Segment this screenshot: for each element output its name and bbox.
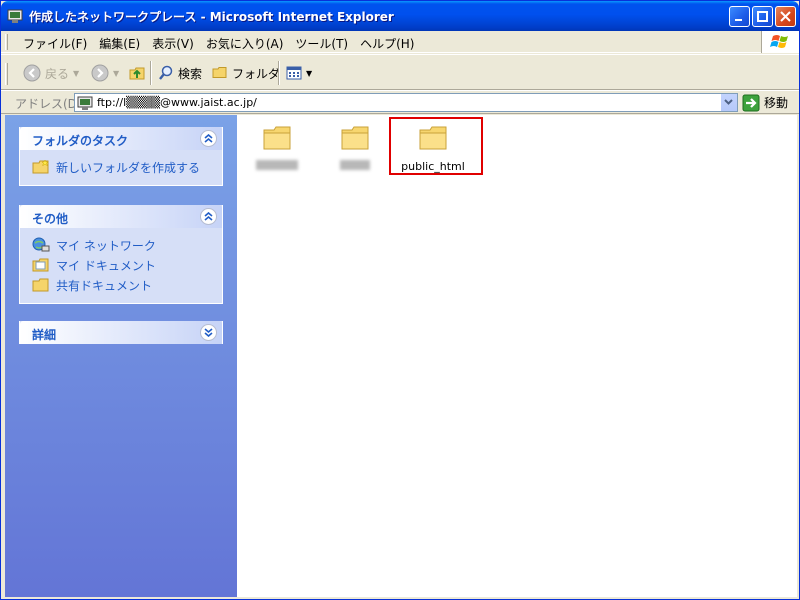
windows-logo-icon (761, 31, 799, 53)
details-panel: 詳細 (19, 321, 223, 344)
search-icon (159, 65, 173, 80)
other-places-header[interactable]: その他 (20, 205, 222, 228)
views-icon (286, 66, 302, 80)
ie-window: 作成したネットワークプレース - Microsoft Internet Expl… (0, 0, 800, 600)
back-arrow-icon (23, 64, 41, 82)
redacted-name (340, 160, 370, 170)
expand-chevron-icon[interactable] (200, 324, 217, 341)
panel-title: その他 (32, 212, 69, 226)
menu-grip[interactable] (5, 34, 8, 50)
menu-file[interactable]: ファイル(F) (17, 34, 93, 53)
standard-toolbar: 戻る ▼ ▼ 検索 フォルダ ▼ (1, 54, 799, 90)
go-label: 移動 (764, 96, 789, 110)
folder-icon (263, 126, 291, 150)
go-button[interactable]: 移動 (742, 93, 788, 112)
toolbar-separator (278, 61, 280, 85)
documents-icon (32, 258, 49, 272)
folder-tasks-panel: フォルダのタスク 新しいフォルダを作成する (19, 127, 223, 186)
forward-button[interactable]: ▼ (91, 62, 119, 84)
ie-network-icon (7, 8, 23, 24)
toolbar-grip[interactable] (5, 63, 8, 85)
forward-arrow-icon (91, 64, 109, 82)
ftp-folder-icon (77, 96, 93, 110)
folders-button[interactable]: フォルダ (212, 62, 280, 84)
folder-name (237, 160, 317, 173)
network-icon (32, 237, 50, 252)
title-bar[interactable]: 作成したネットワークプレース - Microsoft Internet Expl… (1, 1, 799, 31)
task-my-documents[interactable]: マイ ドキュメント (32, 255, 212, 275)
menu-favorites[interactable]: お気に入り(A) (200, 34, 290, 53)
file-view[interactable]: public_html (237, 115, 797, 597)
task-label: 新しいフォルダを作成する (56, 160, 201, 175)
minimize-button[interactable] (729, 6, 750, 27)
forward-dropdown-icon[interactable]: ▼ (113, 69, 119, 78)
folder-tasks-header[interactable]: フォルダのタスク (20, 127, 222, 150)
menu-bar: ファイル(F) 編集(E) 表示(V) お気に入り(A) ツール(T) ヘルプ(… (1, 31, 799, 53)
task-new-folder[interactable]: 新しいフォルダを作成する (32, 157, 212, 177)
shared-folder-icon (32, 278, 49, 292)
redacted-name (256, 160, 298, 170)
views-dropdown-icon[interactable]: ▼ (306, 69, 312, 78)
new-folder-icon (32, 159, 49, 174)
folder-name (315, 160, 395, 173)
menu-view[interactable]: 表示(V) (146, 34, 200, 53)
back-label: 戻る (45, 66, 70, 81)
toolbar-separator (150, 61, 152, 85)
menu-tools[interactable]: ツール(T) (289, 34, 354, 53)
task-pane: フォルダのタスク 新しいフォルダを作成する その他 マイ ネットワーク マイ ド… (5, 115, 237, 597)
folder-item[interactable] (315, 121, 395, 173)
folders-icon (212, 67, 227, 78)
search-button[interactable]: 検索 (158, 62, 202, 84)
folders-label: フォルダ (232, 66, 281, 81)
folder-item[interactable] (237, 121, 317, 173)
details-header[interactable]: 詳細 (20, 321, 222, 344)
menu-edit[interactable]: 編集(E) (93, 34, 146, 53)
task-label: マイ ドキュメント (56, 258, 156, 273)
address-dropdown-button[interactable] (720, 94, 737, 111)
folder-icon (341, 126, 369, 150)
maximize-button[interactable] (752, 6, 773, 27)
address-value: ftp://l▒▒▒▒@www.jaist.ac.jp/ (97, 96, 257, 109)
back-dropdown-icon[interactable]: ▼ (73, 69, 79, 78)
collapse-chevron-icon[interactable] (200, 208, 217, 225)
menu-help[interactable]: ヘルプ(H) (354, 34, 420, 53)
search-label: 検索 (178, 66, 203, 81)
panel-title: フォルダのタスク (32, 134, 129, 148)
task-my-network[interactable]: マイ ネットワーク (32, 235, 212, 255)
other-places-panel: その他 マイ ネットワーク マイ ドキュメント 共有ドキュメント (19, 205, 223, 304)
views-button[interactable]: ▼ (286, 62, 312, 84)
panel-title: 詳細 (32, 328, 57, 342)
task-shared-documents[interactable]: 共有ドキュメント (32, 275, 212, 295)
close-button[interactable] (775, 6, 796, 27)
back-button[interactable]: 戻る ▼ (23, 62, 79, 84)
window-title: 作成したネットワークプレース - Microsoft Internet Expl… (29, 10, 394, 24)
task-label: 共有ドキュメント (56, 278, 153, 293)
address-input[interactable]: ftp://l▒▒▒▒@www.jaist.ac.jp/ (74, 93, 738, 112)
collapse-chevron-icon[interactable] (200, 130, 217, 147)
chevron-down-icon (724, 99, 733, 105)
go-arrow-icon (742, 94, 760, 111)
folder-up-icon (129, 67, 145, 80)
up-folder-button[interactable] (128, 62, 146, 84)
highlight-box (389, 117, 483, 175)
task-label: マイ ネットワーク (56, 238, 156, 253)
address-bar: アドレス(D) ftp://l▒▒▒▒@www.jaist.ac.jp/ 移動 (1, 90, 799, 114)
address-label: アドレス(D) (15, 97, 82, 111)
